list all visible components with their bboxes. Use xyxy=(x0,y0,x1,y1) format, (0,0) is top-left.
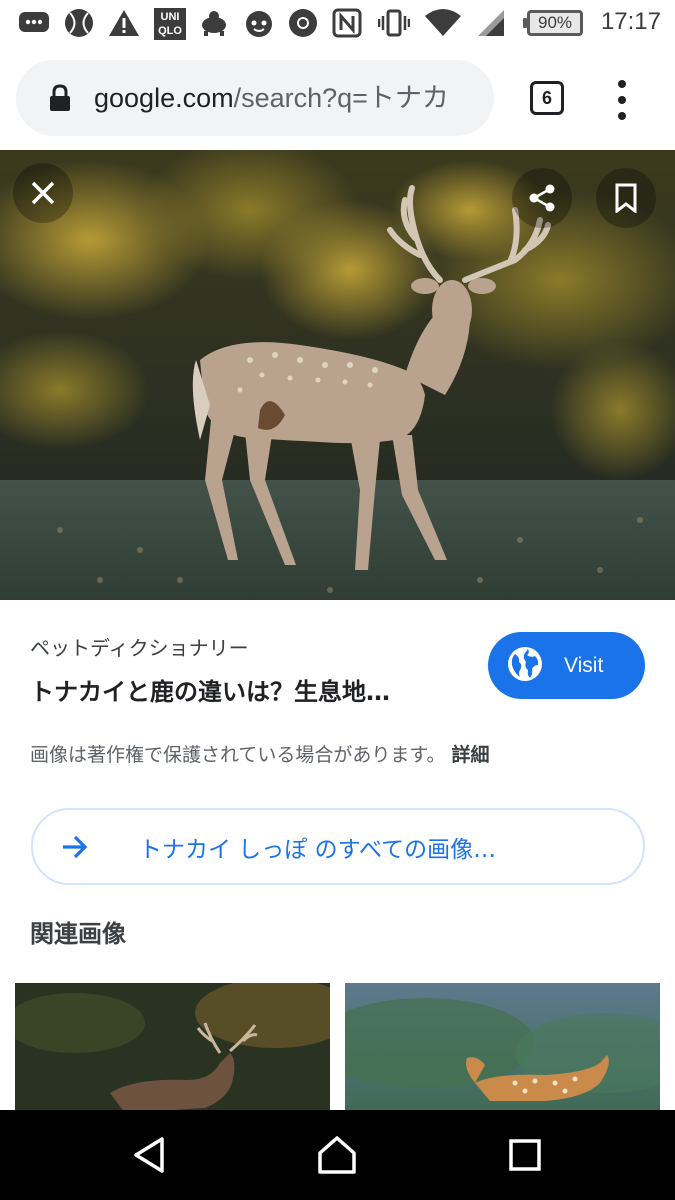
status-bar: UNI QLO 90% 17:17 xyxy=(0,0,675,48)
lock-icon[interactable] xyxy=(48,84,72,116)
globe-icon xyxy=(506,645,544,687)
back-triangle-icon xyxy=(130,1135,170,1179)
share-button[interactable] xyxy=(512,168,572,228)
vibrate-icon xyxy=(378,8,410,38)
bookmark-icon xyxy=(614,183,638,213)
close-icon xyxy=(30,180,56,206)
all-images-label: トナカイ しっぽ のすべての画像… xyxy=(139,837,497,863)
address-bar[interactable]: google.com/search?q=トナカ xyxy=(16,60,494,136)
system-nav-bar xyxy=(0,1110,675,1200)
arrow-right-icon xyxy=(61,834,89,864)
source-site-name[interactable]: ペットディクショナリー xyxy=(30,632,249,661)
battery-level: 90% xyxy=(537,13,573,32)
turtle-icon xyxy=(198,8,230,38)
warning-icon xyxy=(108,8,140,38)
visit-button[interactable]: Visit xyxy=(488,632,645,699)
bookmark-button[interactable] xyxy=(596,168,656,228)
copyright-notice: 画像は著作権で保護されている場合があります。 詳細 xyxy=(30,740,490,767)
result-title[interactable]: トナカイと鹿の違いは？生息地… xyxy=(30,672,450,707)
url-path: /search?q=トナカ xyxy=(233,83,449,113)
url-host: google.com xyxy=(94,83,234,113)
visit-label: Visit xyxy=(564,653,604,677)
home-icon xyxy=(316,1135,358,1179)
battery-icon: 90% xyxy=(523,10,583,36)
close-button[interactable] xyxy=(13,163,73,223)
signal-icon xyxy=(476,8,506,38)
url-text[interactable]: google.com/search?q=トナカ xyxy=(94,80,484,116)
nfc-icon xyxy=(332,8,362,38)
tab-switcher-button[interactable]: 6 xyxy=(530,81,564,115)
back-button[interactable] xyxy=(128,1135,172,1179)
character-icon xyxy=(243,8,275,38)
related-image-red-deer[interactable] xyxy=(15,983,330,1113)
all-images-button[interactable]: トナカイ しっぽ のすべての画像… xyxy=(31,808,645,885)
details-link[interactable]: 詳細 xyxy=(452,744,490,766)
sports-ball-icon xyxy=(64,8,94,38)
chrome-icon xyxy=(288,8,318,38)
home-button[interactable] xyxy=(315,1135,359,1179)
uniqlo-icon: UNI QLO xyxy=(154,8,186,40)
recents-square-icon xyxy=(507,1137,543,1177)
wifi-icon xyxy=(424,8,462,38)
recents-button[interactable] xyxy=(503,1135,547,1179)
share-icon xyxy=(527,183,557,213)
related-images-heading: 関連画像 xyxy=(30,920,126,948)
clock: 17:17 xyxy=(600,8,661,35)
messages-icon xyxy=(18,8,50,38)
copyright-text: 画像は著作権で保護されている場合があります。 xyxy=(30,744,446,766)
more-menu-button[interactable] xyxy=(610,80,634,120)
deer-photo[interactable] xyxy=(0,150,675,600)
related-image-fawn[interactable] xyxy=(345,983,660,1113)
